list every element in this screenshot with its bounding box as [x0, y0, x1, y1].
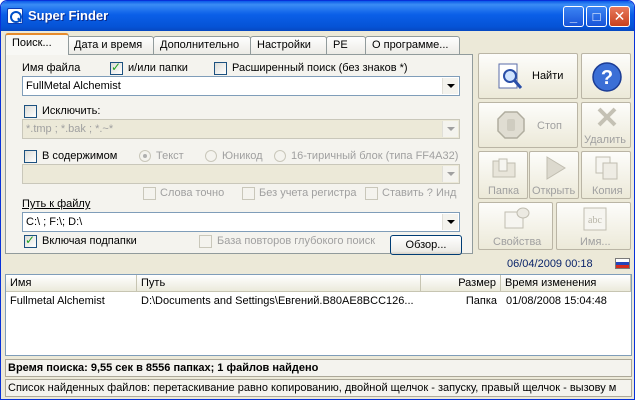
- content-label: В содержимом: [42, 150, 118, 162]
- filename-combobox[interactable]: FullMetal Alchemist: [22, 76, 460, 96]
- copy-button[interactable]: Копия: [581, 151, 631, 199]
- delete-button[interactable]: Удалить: [581, 102, 631, 148]
- svg-text:?: ?: [601, 67, 613, 89]
- help-button[interactable]: ?: [581, 53, 631, 99]
- open-label: Открыть: [532, 185, 576, 197]
- window-title: Super Finder: [28, 8, 109, 23]
- column-header-path[interactable]: Путь: [137, 275, 421, 292]
- put-question-label: Ставить ? Инд: [382, 187, 457, 199]
- folder-icon: [492, 158, 516, 178]
- tab-pe[interactable]: PE: [326, 36, 366, 54]
- stop-label: Стоп: [537, 120, 562, 132]
- stop-hand-icon: [497, 111, 525, 139]
- path-value: C:\ ; F:\; D:\: [26, 216, 83, 228]
- include-subfolders-checkbox[interactable]: [24, 233, 37, 248]
- current-datetime: 06/04/2009 00:18: [507, 258, 593, 270]
- filename-value: FullMetal Alchemist: [26, 80, 121, 92]
- delete-x-icon: [597, 107, 617, 127]
- exclude-label: Исключить:: [42, 105, 101, 117]
- minimize-button[interactable]: _: [563, 6, 584, 27]
- close-button[interactable]: ✕: [609, 6, 630, 27]
- content-checkbox[interactable]: [24, 150, 37, 163]
- row-size: Папка: [465, 295, 497, 307]
- filename-label: Имя файла: [22, 62, 81, 74]
- path-combobox[interactable]: C:\ ; F:\; D:\: [22, 212, 460, 232]
- exclude-combobox[interactable]: *.tmp ; *.bak ; *.~*: [22, 119, 460, 139]
- status-hint: Список найденных файлов: перетаскивание …: [5, 379, 632, 397]
- extended-search-checkbox[interactable]: [214, 62, 227, 75]
- stop-button[interactable]: Стоп: [478, 102, 578, 148]
- radio-text-label: Текст: [156, 150, 184, 162]
- and-or-folders-checkbox[interactable]: [110, 60, 123, 75]
- content-combobox[interactable]: [22, 164, 460, 184]
- language-flag-icon[interactable]: [615, 258, 630, 269]
- row-path: D:\Documents and Settings\Евгений.B80AE8…: [141, 295, 414, 307]
- case-insensitive-checkbox[interactable]: [242, 187, 255, 200]
- folder-label: Папка: [488, 185, 520, 197]
- app-window: Super Finder _ □ ✕ Поиск... Дата и время…: [0, 0, 635, 400]
- find-button[interactable]: Найти: [478, 53, 578, 99]
- chevron-down-icon[interactable]: [442, 214, 458, 230]
- chevron-down-icon[interactable]: [442, 78, 458, 94]
- rename-abc-icon: abc: [583, 207, 607, 231]
- tab-search[interactable]: Поиск...: [5, 33, 69, 55]
- put-question-checkbox[interactable]: [365, 187, 378, 200]
- chevron-down-icon[interactable]: [442, 121, 458, 137]
- case-insensitive-label: Без учета регистра: [259, 187, 357, 199]
- include-subfolders-label: Включая подпапки: [42, 235, 137, 247]
- properties-label: Свойства: [493, 236, 542, 248]
- find-label: Найти: [532, 70, 564, 82]
- folder-button[interactable]: Папка: [478, 151, 528, 199]
- copy-icon: [595, 156, 618, 180]
- search-panel: Имя файла и/или папки Расширенный поиск …: [5, 54, 473, 255]
- and-or-folders-label: и/или папки: [128, 62, 188, 74]
- name-label: Имя...: [580, 236, 611, 248]
- browse-button[interactable]: Обзор...: [390, 235, 462, 255]
- radio-text[interactable]: [139, 150, 151, 162]
- path-label: Путь к файлу: [22, 198, 91, 210]
- svg-text:abc: abc: [588, 215, 602, 226]
- radio-unicode-label: Юникод: [222, 150, 263, 162]
- chevron-down-icon[interactable]: [442, 166, 458, 182]
- open-button[interactable]: Открыть: [529, 151, 579, 199]
- radio-hex[interactable]: [274, 150, 286, 162]
- column-header-size[interactable]: Размер: [421, 275, 501, 292]
- tab-advanced[interactable]: Дополнительно: [153, 36, 251, 54]
- row-modified: 01/08/2008 15:04:48: [506, 295, 607, 307]
- help-icon: ?: [592, 62, 622, 92]
- find-magnifier-icon: [498, 63, 523, 89]
- tab-date-time[interactable]: Дата и время: [67, 36, 154, 54]
- row-name: Fullmetal Alchemist: [10, 295, 105, 307]
- tab-about[interactable]: О программе...: [365, 36, 460, 54]
- whole-words-checkbox[interactable]: [143, 187, 156, 200]
- properties-icon: [504, 207, 530, 229]
- column-header-modified[interactable]: Время изменения: [501, 275, 631, 292]
- deep-search-label: База повторов глубокого поиск: [217, 235, 376, 247]
- radio-unicode[interactable]: [205, 150, 217, 162]
- copy-label: Копия: [592, 185, 623, 197]
- extended-search-label: Расширенный поиск (без знаков *): [232, 62, 408, 74]
- name-button[interactable]: abc Имя...: [556, 202, 631, 250]
- column-header-name[interactable]: Имя: [6, 275, 137, 292]
- radio-hex-label: 16-тиричный блок (типа FF4A32): [291, 150, 459, 162]
- tab-settings[interactable]: Настройки: [250, 36, 327, 54]
- deep-search-checkbox[interactable]: [199, 235, 212, 248]
- delete-label: Удалить: [584, 134, 626, 146]
- status-summary: Время поиска: 9,55 сек в 8556 папках; 1 …: [5, 359, 632, 377]
- results-list[interactable]: Имя Путь Размер Время изменения Fullmeta…: [5, 274, 632, 356]
- maximize-button[interactable]: □: [586, 6, 607, 27]
- app-magnifier-icon: [7, 8, 23, 24]
- exclude-checkbox[interactable]: [24, 105, 37, 118]
- title-bar[interactable]: Super Finder _ □ ✕: [1, 1, 634, 31]
- properties-button[interactable]: Свойства: [478, 202, 553, 250]
- exclude-value: *.tmp ; *.bak ; *.~*: [26, 123, 114, 135]
- play-icon: [546, 156, 566, 180]
- whole-words-label: Слова точно: [160, 187, 225, 199]
- tab-strip: Поиск... Дата и время Дополнительно Наст…: [5, 33, 475, 55]
